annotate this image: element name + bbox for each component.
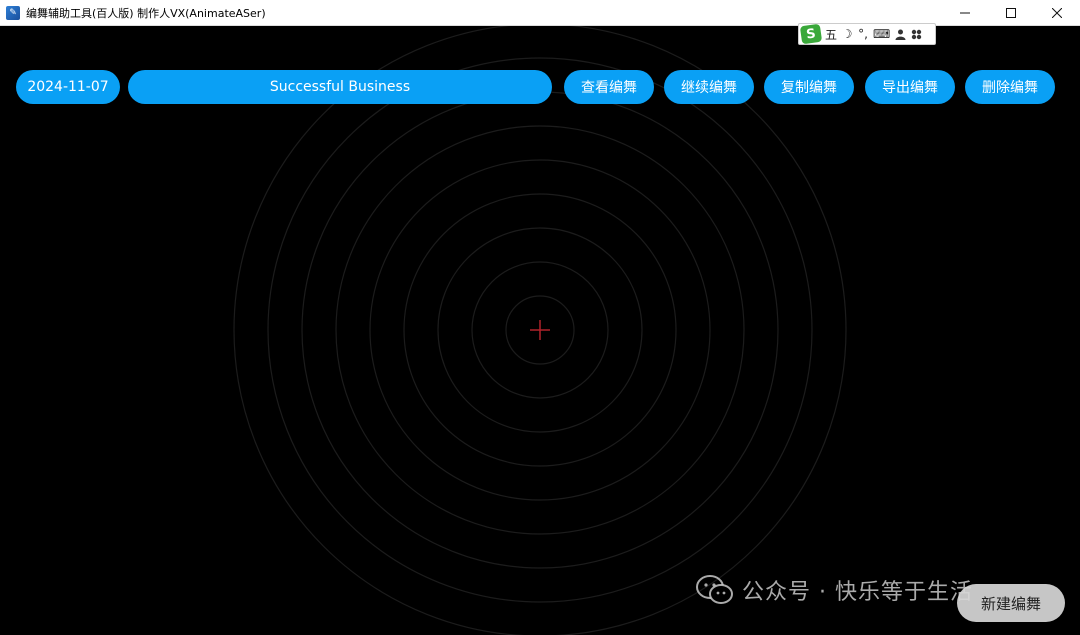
dance-name-field[interactable]: Successful Business bbox=[128, 70, 552, 104]
continue-dance-button[interactable]: 继续编舞 bbox=[664, 70, 754, 104]
minimize-button[interactable] bbox=[942, 0, 988, 26]
moon-icon[interactable]: ☽ bbox=[841, 27, 853, 41]
wechat-icon bbox=[696, 575, 733, 604]
app-window: ✎ 编舞辅助工具(百人版) 制作人VX(AnimateASer) S 五 ☽ °… bbox=[0, 0, 1080, 635]
keyboard-icon[interactable]: ⌨ bbox=[873, 27, 890, 41]
punctuation-icon[interactable]: °, bbox=[857, 27, 869, 41]
ime-toolbar[interactable]: S 五 ☽ °, ⌨ bbox=[798, 23, 936, 45]
center-crosshair-icon bbox=[530, 320, 550, 340]
maximize-button[interactable] bbox=[988, 0, 1034, 26]
date-field[interactable]: 2024-11-07 bbox=[16, 70, 120, 104]
app-icon: ✎ bbox=[6, 5, 20, 20]
window-title: 编舞辅助工具(百人版) 制作人VX(AnimateASer) bbox=[26, 6, 266, 20]
view-dance-button[interactable]: 查看编舞 bbox=[564, 70, 654, 104]
watermark-text: 公众号 · 快乐等于生活 bbox=[742, 580, 973, 605]
close-button[interactable] bbox=[1034, 0, 1080, 26]
maximize-icon bbox=[1006, 8, 1016, 18]
copy-dance-button[interactable]: 复制编舞 bbox=[764, 70, 854, 104]
stage-radar[interactable] bbox=[0, 26, 1080, 635]
close-icon bbox=[1052, 8, 1062, 18]
window-controls bbox=[942, 0, 1080, 26]
delete-dance-button[interactable]: 删除编舞 bbox=[965, 70, 1055, 104]
user-icon[interactable] bbox=[894, 29, 906, 40]
minimize-icon bbox=[960, 12, 970, 14]
export-dance-button[interactable]: 导出编舞 bbox=[865, 70, 955, 104]
sogou-logo-icon[interactable]: S bbox=[799, 23, 823, 45]
ime-mode[interactable]: 五 bbox=[825, 26, 837, 43]
new-dance-button[interactable]: 新建编舞 bbox=[957, 584, 1065, 622]
watermark: 公众号 · 快乐等于生活 bbox=[696, 574, 973, 606]
more-icon[interactable] bbox=[910, 29, 922, 40]
